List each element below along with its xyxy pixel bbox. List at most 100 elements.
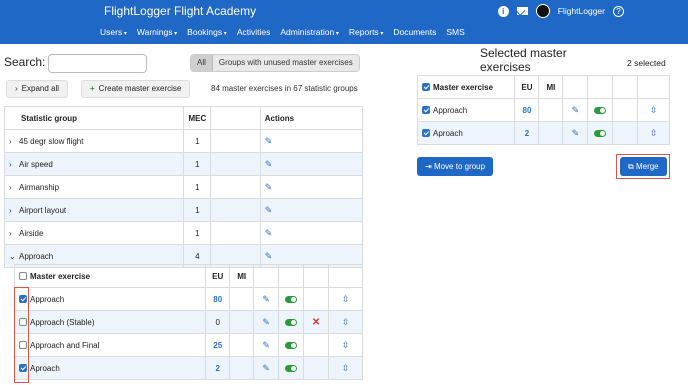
edit-pencil-icon[interactable]: ✎: [262, 363, 270, 373]
brand-title[interactable]: FlightLogger Flight Academy: [104, 4, 256, 18]
exercise-name: Approach (Stable): [30, 317, 95, 327]
edit-pencil-icon[interactable]: ✎: [262, 294, 270, 304]
exercise-row[interactable]: Approach (Stable) 0 ✎ ✕ ⇳: [13, 310, 363, 334]
active-toggle[interactable]: [594, 129, 607, 137]
move-updown-icon[interactable]: ⇳: [342, 317, 350, 327]
move-updown-icon[interactable]: ⇳: [342, 340, 350, 350]
edit-pencil-icon[interactable]: ✎: [572, 105, 580, 115]
col-mi[interactable]: MI: [229, 264, 255, 288]
active-toggle[interactable]: [285, 295, 298, 303]
plus-icon: +: [90, 84, 95, 93]
active-toggle[interactable]: [285, 341, 298, 349]
exercise-eu: 0: [205, 310, 231, 334]
chevron-down-icon[interactable]: ⌄: [9, 252, 19, 261]
exercise-name: Aproach: [433, 128, 463, 138]
nav-administration[interactable]: Administration: [280, 27, 339, 37]
nav-bookings[interactable]: Bookings: [187, 27, 227, 37]
group-mec: 1: [183, 198, 212, 222]
move-updown-icon[interactable]: ⇳: [650, 128, 658, 138]
exercise-eu[interactable]: 2: [205, 356, 231, 380]
exercise-row[interactable]: Approach and Final 25 ✎ ⇳: [13, 333, 363, 357]
move-updown-icon[interactable]: ⇳: [650, 105, 658, 115]
move-to-group-label: Move to group: [433, 162, 486, 171]
selected-exercises-table: Master exercise EU MI Approach 80 ✎ ⇳ Ap…: [416, 75, 670, 145]
col-actions: Actions: [259, 106, 364, 130]
selected-count: 2 selected: [627, 58, 666, 68]
exercise-eu[interactable]: 80: [205, 287, 231, 311]
active-toggle[interactable]: [594, 106, 607, 114]
col-statistic-group[interactable]: Statistic group: [3, 106, 185, 130]
exercise-name: Approach and Final: [30, 340, 100, 350]
exercise-eu[interactable]: 2: [514, 121, 540, 145]
group-name: Approach: [19, 251, 54, 261]
exercise-name: Aproach: [30, 363, 60, 373]
edit-pencil-icon[interactable]: ✎: [265, 251, 273, 261]
chevron-right-icon[interactable]: ›: [9, 160, 19, 169]
user-name[interactable]: FlightLogger: [558, 6, 605, 16]
chevron-right-icon: ›: [15, 84, 18, 93]
exercise-eu[interactable]: 25: [205, 333, 231, 357]
main-nav: Users Warnings Bookings Activities Admin…: [100, 27, 465, 37]
exercise-row[interactable]: Approach 80 ✎ ⇳: [13, 287, 363, 311]
edit-pencil-icon[interactable]: ✎: [572, 128, 580, 138]
select-all-checkbox[interactable]: [422, 83, 430, 92]
col-mi[interactable]: MI: [538, 75, 564, 99]
group-row[interactable]: › Airside 1 ✎: [3, 221, 364, 245]
nav-users[interactable]: Users: [100, 27, 127, 37]
edit-pencil-icon[interactable]: ✎: [265, 159, 273, 169]
group-name: Air speed: [19, 159, 53, 169]
active-toggle[interactable]: [285, 318, 298, 326]
help-icon[interactable]: ?: [613, 5, 624, 17]
move-updown-icon[interactable]: ⇳: [342, 294, 350, 304]
row-checkbox[interactable]: [422, 106, 430, 115]
move-to-group-button[interactable]: ⇥ Move to group: [417, 157, 494, 176]
avatar[interactable]: [535, 4, 550, 18]
move-updown-icon[interactable]: ⇳: [342, 363, 350, 373]
col-mec[interactable]: MEC: [183, 106, 212, 130]
exercise-row[interactable]: Aproach 2 ✎ ⇳: [13, 356, 363, 380]
col-eu[interactable]: EU: [205, 264, 231, 288]
exercise-eu[interactable]: 80: [514, 98, 540, 122]
nav-documents[interactable]: Documents: [393, 27, 436, 37]
group-mec: 1: [183, 129, 212, 153]
delete-x-icon[interactable]: ✕: [312, 317, 320, 328]
expand-all-button[interactable]: › Expand all: [6, 80, 69, 98]
row-checkbox[interactable]: [422, 129, 430, 138]
edit-pencil-icon[interactable]: ✎: [265, 228, 273, 238]
chevron-right-icon[interactable]: ›: [9, 206, 19, 215]
group-mec: 1: [183, 152, 212, 176]
group-row[interactable]: › 45 degr slow flight 1 ✎: [3, 129, 364, 153]
nav-activities[interactable]: Activities: [237, 27, 271, 37]
chevron-right-icon[interactable]: ›: [9, 137, 19, 146]
group-row[interactable]: › Airport layout 1 ✎: [3, 198, 364, 222]
summary-text: 84 master exercises in 67 statistic grou…: [211, 84, 358, 93]
expand-all-label: Expand all: [21, 84, 60, 93]
filter-all-button[interactable]: All: [191, 55, 213, 71]
edit-pencil-icon[interactable]: ✎: [265, 182, 273, 192]
create-master-exercise-button[interactable]: + Create master exercise: [81, 80, 191, 98]
group-row[interactable]: › Air speed 1 ✎: [3, 152, 364, 176]
checkbox-highlight-box: [14, 287, 29, 383]
nav-reports[interactable]: Reports: [349, 27, 383, 37]
edit-pencil-icon[interactable]: ✎: [262, 317, 270, 327]
edit-pencil-icon[interactable]: ✎: [262, 340, 270, 350]
edit-pencil-icon[interactable]: ✎: [265, 205, 273, 215]
group-mec: 1: [183, 221, 212, 245]
info-icon[interactable]: i: [497, 5, 509, 17]
selected-row[interactable]: Approach 80 ✎ ⇳: [416, 98, 670, 122]
group-row[interactable]: › Airmanship 1 ✎: [3, 175, 364, 199]
search-input[interactable]: [48, 54, 147, 73]
filter-toggle: All Groups with unused master exercises: [190, 54, 360, 72]
nav-sms[interactable]: SMS: [446, 27, 464, 37]
active-toggle[interactable]: [285, 364, 298, 372]
selected-panel-title: Selected master exercises: [480, 46, 567, 74]
filter-unused-button[interactable]: Groups with unused master exercises: [212, 55, 359, 71]
edit-pencil-icon[interactable]: ✎: [265, 136, 273, 146]
chevron-right-icon[interactable]: ›: [9, 183, 19, 192]
select-all-checkbox[interactable]: [19, 272, 27, 281]
nav-warnings[interactable]: Warnings: [137, 27, 177, 37]
chevron-right-icon[interactable]: ›: [9, 229, 19, 238]
mail-icon[interactable]: [516, 7, 528, 15]
col-eu[interactable]: EU: [514, 75, 540, 99]
selected-row[interactable]: Aproach 2 ✎ ⇳: [416, 121, 670, 145]
